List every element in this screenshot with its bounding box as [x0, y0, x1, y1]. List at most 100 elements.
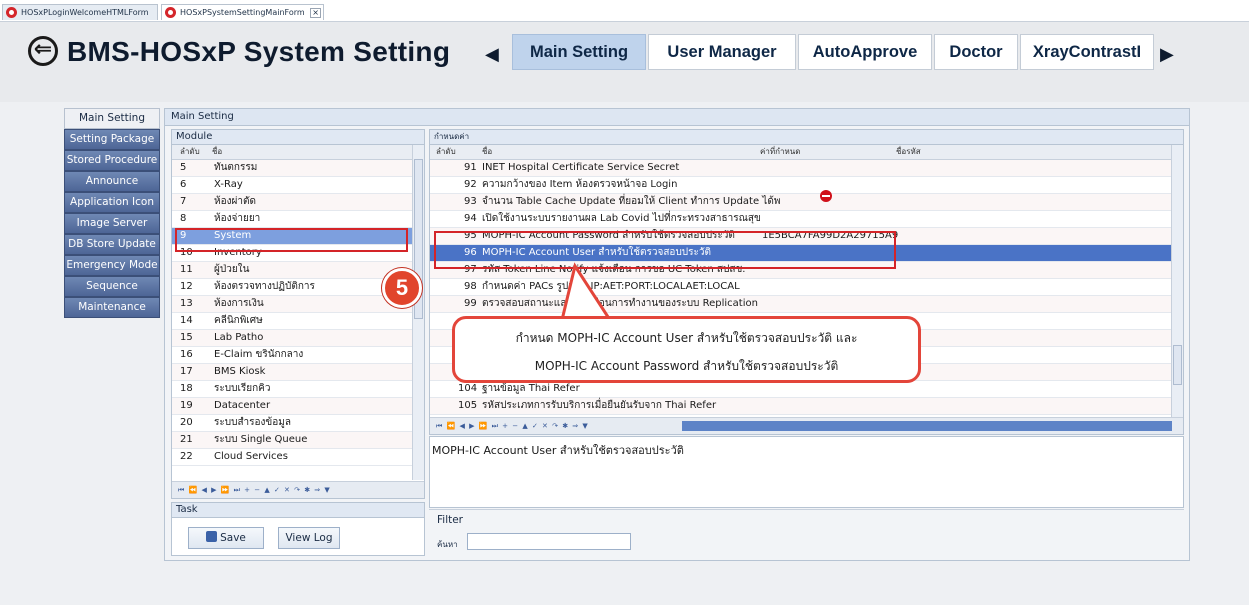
column-header-value[interactable]: ค่าที่กำหนด — [760, 145, 800, 159]
tab-user-manager[interactable]: User Manager — [648, 34, 796, 70]
column-header-no[interactable]: ลำดับ — [180, 145, 200, 159]
nav-application-icon[interactable]: Application Icon — [64, 192, 160, 213]
save-button-label: Save — [220, 532, 246, 544]
stop-sign-icon — [820, 190, 832, 202]
nav-setting-package[interactable]: Setting Package — [64, 129, 160, 150]
module-row[interactable]: 16 E-Claim ขรินักกลาง — [172, 347, 424, 364]
nav-sequence[interactable]: Sequence — [64, 276, 160, 297]
module-row[interactable]: 14 คลีนิกพิเศษ — [172, 313, 424, 330]
row-name: BMS Kiosk — [214, 366, 266, 377]
nav-stored-procedure[interactable]: Stored Procedure — [64, 150, 160, 171]
row-no: 16 — [180, 349, 193, 360]
row-no: 104 — [458, 383, 478, 394]
column-header-code[interactable]: ชื่อรหัส — [896, 145, 921, 159]
module-row[interactable]: 17 BMS Kiosk — [172, 364, 424, 381]
close-tab-icon[interactable]: × — [310, 8, 321, 18]
row-no: 22 — [180, 451, 193, 462]
module-row[interactable]: 10 Inventory — [172, 245, 424, 262]
module-row[interactable]: 19 Datacenter — [172, 398, 424, 415]
module-grid-navigator[interactable]: ⏮ ⏪ ◀ ▶ ⏩ ⏭ + − ▲ ✓ ✕ ↷ ✱ ⇒ ▼ — [172, 481, 424, 498]
column-header-name[interactable]: ชื่อ — [212, 145, 222, 159]
panel-title: Main Setting — [165, 109, 1189, 126]
nav-maintenance[interactable]: Maintenance — [64, 297, 160, 318]
setting-row[interactable]: 92 ความกว้างของ Item ห้องตรวจหน้าจอ Login — [430, 177, 1183, 194]
module-row[interactable]: 5 ทันตกรรม — [172, 160, 424, 177]
row-name: MOPH-IC Account User สำหรับใช้ตรวจสอบประ… — [482, 247, 711, 258]
setting-row[interactable]: 94 เปิดใช้งานระบบรายงานผล Lab Covid ไปที่… — [430, 211, 1183, 228]
document-tab-strip: HOSxPLoginWelcomeHTMLForm HOSxPSystemSet… — [0, 0, 1249, 22]
tab-autoapprove[interactable]: AutoApprove — [798, 34, 932, 70]
setting-row[interactable]: 105 รหัสประเภทการรับบริการเมื่อยืนยันรับจ… — [430, 398, 1183, 415]
tab-xraycontrast[interactable]: XrayContrastI — [1020, 34, 1154, 70]
row-no: 11 — [180, 264, 193, 275]
tab-main-setting[interactable]: Main Setting — [512, 34, 646, 70]
row-no: 5 — [180, 162, 187, 173]
module-row[interactable]: 20 ระบบสำรองข้อมูล — [172, 415, 424, 432]
task-group: Task Save View Log — [171, 502, 425, 556]
row-name: X-Ray — [214, 179, 243, 190]
save-button[interactable]: Save — [188, 527, 264, 549]
doc-tab-label: HOSxPSystemSettingMainForm — [180, 8, 305, 17]
module-row[interactable]: 15 Lab Patho — [172, 330, 424, 347]
module-row[interactable]: 21 ระบบ Single Queue — [172, 432, 424, 449]
setting-row[interactable]: 93 จำนวน Table Cache Update ที่ยอมให้ Cli… — [430, 194, 1183, 211]
search-input[interactable] — [467, 533, 631, 550]
row-no: 18 — [180, 383, 193, 394]
row-no: 13 — [180, 298, 193, 309]
setting-grid-header: ลำดับ ชื่อ ค่าที่กำหนด ชื่อรหัส — [430, 145, 1183, 160]
setting-detail-memo[interactable]: MOPH-IC Account User สำหรับใช้ตรวจสอบประ… — [429, 436, 1184, 508]
detail-text: MOPH-IC Account User สำหรับใช้ตรวจสอบประ… — [432, 444, 684, 457]
nav-announce[interactable]: Announce — [64, 171, 160, 192]
row-name: ห้องการเงิน — [214, 298, 264, 309]
module-title: Module — [172, 130, 424, 145]
row-name: ระบบเรียกคิว — [214, 383, 271, 394]
setting-row[interactable]: 91 INET Hospital Certificate Service Secr… — [430, 160, 1183, 177]
module-row[interactable]: 18 ระบบเรียกคิว — [172, 381, 424, 398]
module-vertical-scrollbar[interactable] — [412, 145, 424, 480]
row-no: 10 — [180, 247, 193, 258]
module-grid-body: 5 ทันตกรรม 6 X-Ray 7 ห้องผ่าตัด 8 ห้องจ่ายยา… — [172, 160, 424, 466]
column-header-name[interactable]: ชื่อ — [482, 145, 492, 159]
row-name: ทันตกรรม — [214, 162, 258, 173]
scrollbar-thumb[interactable] — [1173, 345, 1182, 385]
nav-image-server[interactable]: Image Server — [64, 213, 160, 234]
tab-next-arrow-icon[interactable]: ▶ — [1160, 44, 1174, 65]
doc-tab-login[interactable]: HOSxPLoginWelcomeHTMLForm — [2, 4, 158, 20]
step-number-badge: 5 — [382, 268, 422, 308]
row-name: Cloud Services — [214, 451, 288, 462]
nav-main-setting[interactable]: Main Setting — [64, 108, 160, 129]
setting-row[interactable]: 104 ฐานข้อมูล Thai Refer — [430, 381, 1183, 398]
row-no: 19 — [180, 400, 193, 411]
doc-tab-system-setting[interactable]: HOSxPSystemSettingMainForm × — [161, 4, 324, 20]
row-name: ฐานข้อมูล Thai Refer — [482, 383, 580, 394]
column-header-no[interactable]: ลำดับ — [436, 145, 456, 159]
row-name: คลีนิกพิเศษ — [214, 315, 263, 326]
setting-horizontal-scrollbar[interactable] — [682, 421, 1172, 431]
row-name: MOPH-IC Account Password สำหรับใช้ตรวจสอ… — [482, 230, 735, 241]
module-row[interactable]: 22 Cloud Services — [172, 449, 424, 466]
row-no: 96 — [464, 247, 477, 258]
module-row[interactable]: 8 ห้องจ่ายยา — [172, 211, 424, 228]
row-no: 92 — [464, 179, 477, 190]
setting-row[interactable]: 95 MOPH-IC Account Password สำหรับใช้ตรวจ… — [430, 228, 1183, 245]
tab-prev-arrow-icon[interactable]: ◀ — [485, 44, 499, 65]
tab-doctor[interactable]: Doctor — [934, 34, 1018, 70]
row-no: 91 — [464, 162, 477, 173]
view-log-button[interactable]: View Log — [278, 527, 340, 549]
module-row[interactable]: 6 X-Ray — [172, 177, 424, 194]
instruction-callout: กำหนด MOPH-IC Account User สำหรับใช้ตรวจ… — [452, 316, 921, 383]
setting-title: กำหนดค่า — [430, 130, 1183, 145]
setting-vertical-scrollbar[interactable] — [1171, 145, 1183, 417]
nav-db-store-update[interactable]: DB Store Update — [64, 234, 160, 255]
back-arrow-icon[interactable]: ⇐ — [28, 36, 58, 66]
row-no: 97 — [464, 264, 477, 275]
module-row[interactable]: 7 ห้องผ่าตัด — [172, 194, 424, 211]
row-no: 6 — [180, 179, 187, 190]
module-row-selected[interactable]: 9 System — [172, 228, 424, 245]
row-name: ระบบสำรองข้อมูล — [214, 417, 291, 428]
row-no: 15 — [180, 332, 193, 343]
nav-emergency-mode[interactable]: Emergency Mode — [64, 255, 160, 276]
row-no: 20 — [180, 417, 193, 428]
setting-grid-navigator-buttons[interactable]: ⏮ ⏪ ◀ ▶ ⏩ ⏭ + − ▲ ✓ ✕ ↷ ✱ ⇒ ▼ — [436, 422, 589, 430]
setting-row-selected[interactable]: 96 MOPH-IC Account User สำหรับใช้ตรวจสอบป… — [430, 245, 1183, 262]
